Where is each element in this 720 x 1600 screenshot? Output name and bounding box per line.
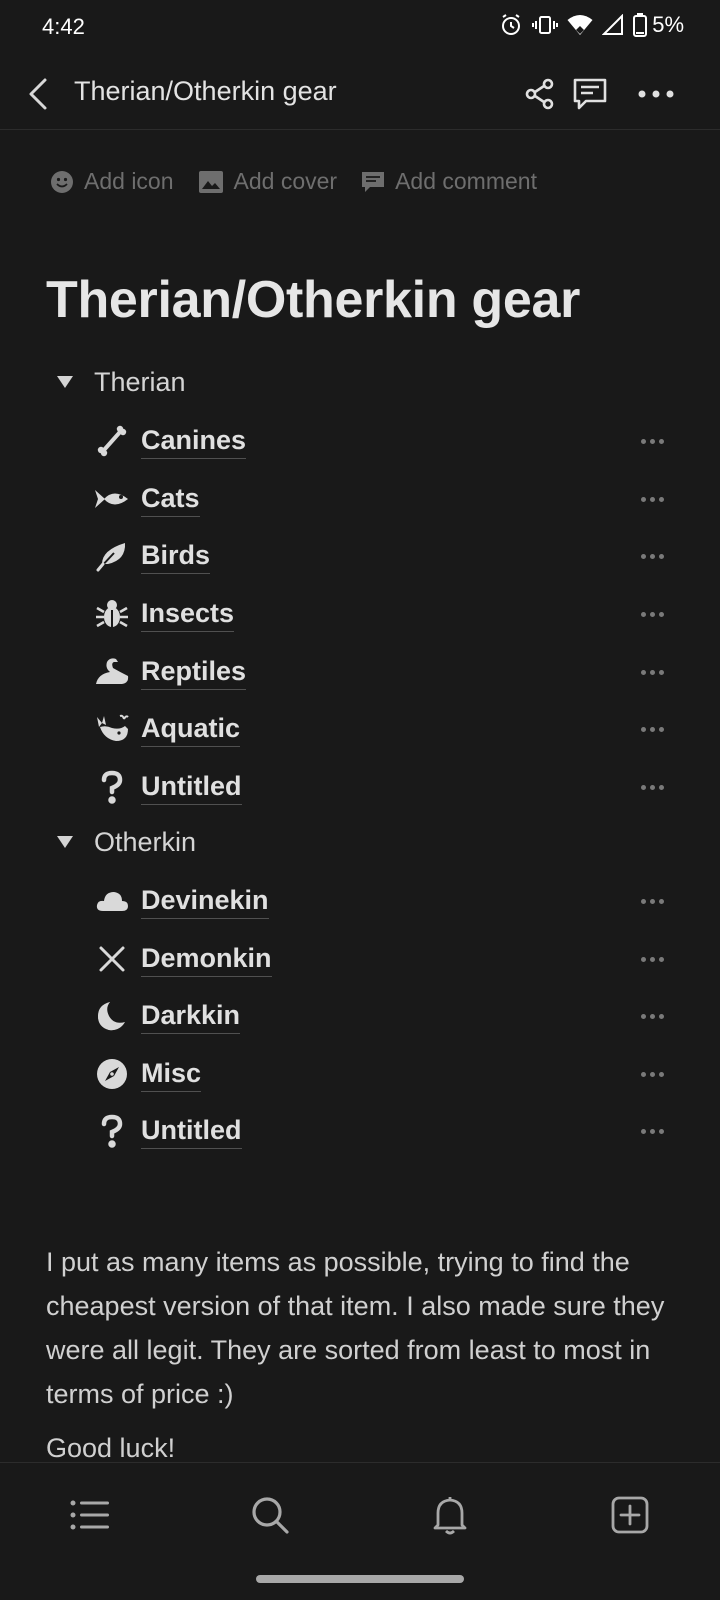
body-paragraph: I put as many items as possible, trying … <box>46 1247 665 1409</box>
wifi-icon <box>567 15 593 35</box>
subpage-label: Untitled <box>141 770 242 805</box>
row-more-button[interactable] <box>630 888 674 914</box>
subpage-label: Canines <box>141 424 247 459</box>
subpage-aquatic[interactable]: Aquatic <box>94 706 674 752</box>
subpage-darkkin[interactable]: Darkkin <box>94 993 674 1039</box>
chevron-left-icon <box>29 78 47 110</box>
subpage-demonkin[interactable]: Demonkin <box>94 936 674 982</box>
bone-icon <box>94 423 130 459</box>
subpage-label: Reptiles <box>141 655 247 690</box>
toggle-label: Therian <box>94 366 186 397</box>
question-icon <box>94 769 130 805</box>
row-more-button[interactable] <box>630 1061 674 1087</box>
share-icon <box>525 78 554 110</box>
subpage-label: Darkkin <box>141 999 241 1034</box>
row-more-button[interactable] <box>630 946 674 972</box>
subpage-label: Cats <box>141 482 200 517</box>
subpage-canines[interactable]: Canines <box>94 418 674 464</box>
home-indicator[interactable] <box>256 1575 464 1583</box>
comments-button[interactable] <box>566 70 614 118</box>
page-actions: Add icon Add cover Add comment <box>50 168 537 195</box>
row-more-button[interactable] <box>630 774 674 800</box>
subpage-label: Untitled <box>141 1114 242 1149</box>
row-more-button[interactable] <box>630 659 674 685</box>
subpage-untitled[interactable]: Untitled <box>94 764 674 810</box>
subpage-devinekin[interactable]: Devinekin <box>94 878 674 924</box>
search-icon <box>252 1497 289 1534</box>
status-time: 4:42 <box>42 14 85 39</box>
cloud-icon <box>94 883 130 919</box>
row-more-button[interactable] <box>630 486 674 512</box>
subpage-untitled[interactable]: Untitled <box>94 1108 674 1154</box>
row-more-button[interactable] <box>630 601 674 627</box>
image-icon <box>198 170 223 193</box>
subpage-label: Insects <box>141 597 235 632</box>
signal-icon <box>602 14 624 35</box>
nav-new-page-button[interactable] <box>600 1485 660 1545</box>
nav-search-button[interactable] <box>240 1485 300 1545</box>
add-icon-button[interactable]: Add icon <box>50 168 174 195</box>
bug-icon <box>94 596 130 632</box>
toggle-arrow-down-icon[interactable] <box>50 835 80 849</box>
fish-icon <box>94 481 130 517</box>
row-more-button[interactable] <box>630 716 674 742</box>
subpage-label: Misc <box>141 1057 202 1092</box>
x-icon <box>94 941 130 977</box>
status-bar: 4:42 5% <box>0 0 720 54</box>
subpage-cats[interactable]: Cats <box>94 476 674 522</box>
add-cover-button[interactable]: Add cover <box>198 168 338 195</box>
more-options-button[interactable] <box>632 70 680 118</box>
subpage-birds[interactable]: Birds <box>94 533 674 579</box>
share-button[interactable] <box>516 70 564 118</box>
subpage-misc[interactable]: Misc <box>94 1051 674 1097</box>
top-bar-title: Therian/Otherkin gear <box>74 76 337 106</box>
plus-square-icon <box>611 1496 649 1534</box>
page-title: Therian/Otherkin gear <box>46 271 581 329</box>
nav-sidebar-button[interactable] <box>60 1485 120 1545</box>
toggle-label: Otherkin <box>94 826 197 857</box>
add-comment-button[interactable]: Add comment <box>361 168 537 195</box>
top-app-bar: Therian/Otherkin gear <box>0 56 720 130</box>
vibrate-icon <box>532 16 559 34</box>
nav-updates-button[interactable] <box>420 1485 480 1545</box>
add-comment-label: Add comment <box>395 168 537 194</box>
back-button[interactable] <box>18 74 58 114</box>
bottom-navigation <box>0 1462 720 1600</box>
status-icons: 5% <box>499 12 684 38</box>
battery-percent: 5% <box>652 12 684 37</box>
feather-icon <box>94 538 130 574</box>
add-icon-label: Add icon <box>84 168 174 194</box>
row-more-button[interactable] <box>630 1118 674 1144</box>
subpage-label: Demonkin <box>141 942 272 977</box>
battery-icon <box>633 13 648 37</box>
comment-bubble-icon <box>362 171 385 192</box>
row-more-button[interactable] <box>630 1003 674 1029</box>
toggle-therian[interactable]: Therian <box>50 362 186 402</box>
row-more-button[interactable] <box>630 543 674 569</box>
subpage-reptiles[interactable]: Reptiles <box>94 649 674 695</box>
bell-icon <box>433 1497 467 1535</box>
more-horizontal-icon <box>638 90 674 98</box>
list-icon <box>70 1500 109 1530</box>
toggle-arrow-down-icon[interactable] <box>50 375 80 389</box>
compass-icon <box>94 1056 130 1092</box>
moon-icon <box>94 998 130 1034</box>
subpage-insects[interactable]: Insects <box>94 591 674 637</box>
whale-icon <box>94 711 130 747</box>
subpage-label: Aquatic <box>141 712 241 747</box>
alarm-icon <box>502 14 521 35</box>
comment-icon <box>573 78 607 110</box>
subpage-label: Devinekin <box>141 884 269 919</box>
snake-icon <box>94 654 130 690</box>
subpage-label: Birds <box>141 539 211 574</box>
toggle-otherkin[interactable]: Otherkin <box>50 822 196 862</box>
row-more-button[interactable] <box>630 428 674 454</box>
question-icon <box>94 1113 130 1149</box>
smiley-icon <box>51 170 73 193</box>
add-cover-label: Add cover <box>233 168 338 194</box>
